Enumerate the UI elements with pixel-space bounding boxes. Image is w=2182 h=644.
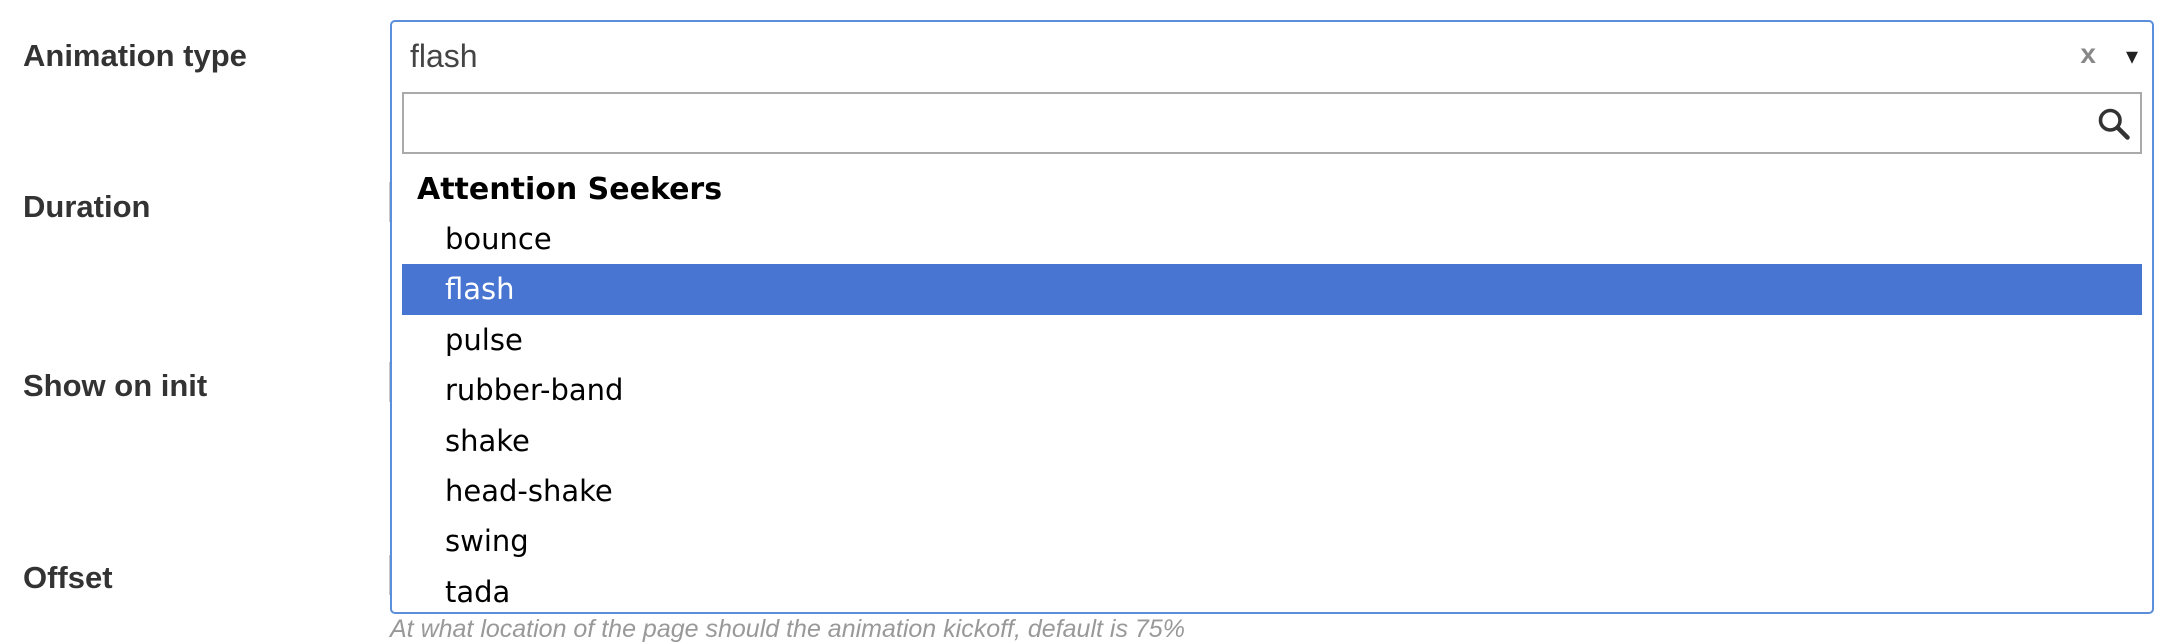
dropdown-search-input[interactable]	[404, 94, 2140, 152]
option-shake[interactable]: shake	[402, 416, 2142, 466]
animation-type-select[interactable]: flash x ▾	[390, 20, 2154, 92]
option-pulse[interactable]: pulse	[402, 315, 2142, 365]
option-bounce[interactable]: bounce	[402, 214, 2142, 264]
option-head-shake[interactable]: head-shake	[402, 466, 2142, 516]
option-flash[interactable]: flash	[402, 264, 2142, 315]
search-icon	[2098, 108, 2130, 140]
animation-type-label: Animation type	[23, 38, 247, 73]
duration-label: Duration	[23, 189, 151, 224]
option-list: bounce flash pulse rubber-band shake head-sha…	[402, 214, 2142, 612]
clear-selection-button[interactable]: x	[2080, 38, 2096, 70]
option-swing[interactable]: swing	[402, 516, 2142, 566]
selected-value: flash	[410, 38, 478, 74]
animation-type-dropdown: Attention Seekers bounce flash pulse rubber…	[390, 90, 2154, 614]
option-group-label: Attention Seekers	[417, 172, 723, 207]
offset-label: Offset	[23, 560, 113, 595]
dropdown-search-box	[402, 92, 2142, 154]
show-on-init-label: Show on init	[23, 368, 208, 403]
offset-help-text: At what location of the page should the …	[390, 615, 1185, 643]
option-rubber-band[interactable]: rubber-band	[402, 365, 2142, 415]
dropdown-arrow-icon[interactable]: ▾	[2126, 42, 2138, 71]
option-tada[interactable]: tada	[402, 567, 2142, 612]
